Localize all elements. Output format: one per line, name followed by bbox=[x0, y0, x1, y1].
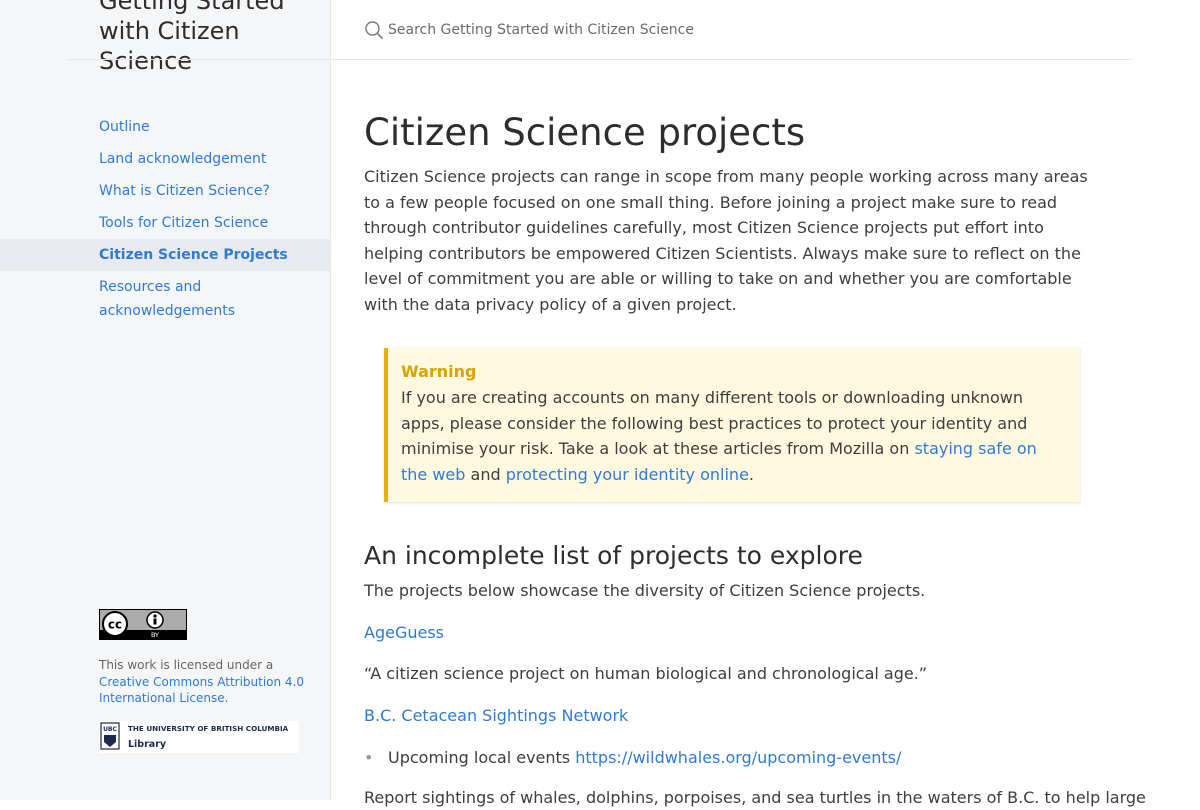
sidebar-item-resources[interactable]: Resources and acknowledgements bbox=[0, 271, 240, 327]
bullet-icon: • bbox=[364, 748, 374, 767]
sidebar-item-tools[interactable]: Tools for Citizen Science bbox=[0, 207, 331, 239]
license-text: This work is licensed under a Creative C… bbox=[99, 657, 309, 707]
project-link-bc-cetacean[interactable]: B.C. Cetacean Sightings Network bbox=[364, 704, 628, 728]
svg-text:Library: Library bbox=[128, 739, 167, 750]
warning-body: If you are creating accounts on many dif… bbox=[401, 385, 1064, 487]
upcoming-events-link[interactable]: https://wildwhales.org/upcoming-events/ bbox=[575, 748, 901, 767]
license-prefix: This work is licensed under a bbox=[99, 658, 274, 672]
cc-by-icon: cc BY bbox=[100, 610, 186, 639]
sidebar: Getting Started with Citizen Science Out… bbox=[0, 0, 331, 800]
list-item: • Upcoming local events https://wildwhale… bbox=[364, 746, 1104, 770]
license-suffix: . bbox=[224, 691, 229, 705]
projects-lead: The projects below showcase the diversit… bbox=[364, 581, 926, 600]
svg-text:BY: BY bbox=[151, 631, 159, 639]
sidebar-item-outline[interactable]: Outline bbox=[0, 111, 331, 143]
sidebar-item-citizen-science-projects[interactable]: Citizen Science Projects bbox=[0, 239, 331, 271]
page-title: Citizen Science projects bbox=[364, 111, 806, 154]
svg-text:cc: cc bbox=[108, 618, 122, 632]
protecting-identity-link[interactable]: protecting your identity online bbox=[506, 465, 749, 484]
search-input[interactable] bbox=[388, 22, 828, 38]
projects-subheading: An incomplete list of projects to explor… bbox=[364, 541, 863, 570]
bullet-label: Upcoming local events bbox=[388, 748, 576, 767]
svg-text:UBC: UBC bbox=[103, 726, 117, 733]
license-link[interactable]: Creative Commons Attribution 4.0 Interna… bbox=[99, 675, 304, 706]
search-bar[interactable] bbox=[364, 18, 864, 42]
ubc-crest-icon: UBC THE UNIVERSITY OF BRITISH COLUMBIA L… bbox=[100, 722, 289, 750]
warning-title: Warning bbox=[401, 362, 477, 381]
intro-paragraph: Citizen Science projects can range in sc… bbox=[364, 167, 1088, 314]
warning-text-middle: and bbox=[465, 464, 506, 484]
project-description: Report sightings of whales, dolphins, po… bbox=[364, 788, 1146, 807]
ubc-library-logo[interactable]: UBC THE UNIVERSITY OF BRITISH COLUMBIA L… bbox=[99, 721, 299, 753]
sidebar-divider bbox=[68, 59, 331, 60]
sidebar-item-land-acknowledgement[interactable]: Land acknowledgement bbox=[0, 143, 331, 175]
top-bar bbox=[332, 0, 1132, 60]
search-icon bbox=[365, 21, 383, 39]
project-link-ageguess[interactable]: AgeGuess bbox=[364, 621, 444, 645]
site-title[interactable]: Getting Started with Citizen Science bbox=[99, 0, 319, 76]
warning-callout: Warning If you are creating accounts on … bbox=[384, 348, 1080, 502]
cc-by-license-badge[interactable]: cc BY bbox=[99, 609, 187, 640]
main-content: Citizen Science projects Citizen Science… bbox=[364, 108, 1146, 807]
sidebar-item-what-is-citizen-science[interactable]: What is Citizen Science? bbox=[0, 175, 331, 207]
svg-text:THE UNIVERSITY OF BRITISH COLU: THE UNIVERSITY OF BRITISH COLUMBIA bbox=[128, 724, 289, 733]
project-quote: “A citizen science project on human biol… bbox=[364, 664, 928, 683]
warning-text-end: . bbox=[748, 464, 754, 484]
sidebar-nav: Outline Land acknowledgement What is Cit… bbox=[0, 111, 331, 327]
